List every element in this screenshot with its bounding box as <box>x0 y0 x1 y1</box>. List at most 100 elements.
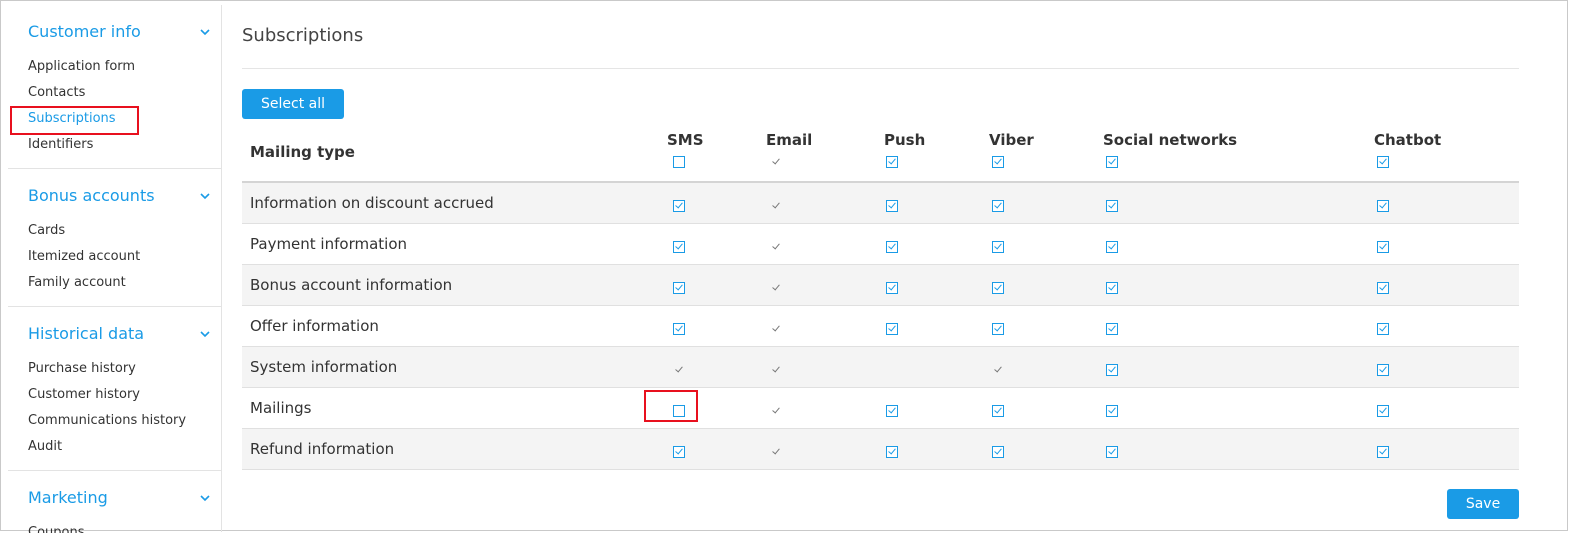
subscription-checkbox[interactable] <box>1377 446 1389 458</box>
subscription-checkbox[interactable] <box>1106 405 1118 417</box>
page-frame: Customer info Application form Contacts … <box>0 0 1568 533</box>
column-header: Social networks <box>1103 131 1237 189</box>
subscription-checkbox[interactable] <box>673 323 685 335</box>
subscription-checkbox[interactable] <box>992 405 1004 417</box>
chevron-down-icon <box>200 331 210 338</box>
column-header: Viber <box>989 131 1034 189</box>
sidebar-item-cards[interactable]: Cards <box>8 218 221 244</box>
subscription-checkbox[interactable] <box>673 282 685 294</box>
check-icon[interactable] <box>770 364 782 376</box>
sidebar-group-header[interactable]: Customer info <box>8 5 221 53</box>
row-label: Information on discount accrued <box>250 194 494 212</box>
row-label: Payment information <box>250 235 408 253</box>
column-header-label: Chatbot <box>1374 131 1442 149</box>
check-icon[interactable] <box>992 364 1004 376</box>
check-icon[interactable] <box>770 200 782 212</box>
column-header: Email <box>766 131 812 189</box>
table-row: Payment information <box>242 224 1519 265</box>
sidebar-item-communications-history[interactable]: Communications history <box>8 408 221 434</box>
sidebar-group-header[interactable]: Marketing <box>8 471 221 519</box>
sidebar-group-title: Customer info <box>28 22 141 41</box>
column-header-label: Viber <box>989 131 1034 149</box>
subscription-checkbox[interactable] <box>1377 282 1389 294</box>
column-header: SMS <box>667 131 704 189</box>
sidebar-group-historical-data: Historical data Purchase history Custome… <box>8 307 221 471</box>
column-header-label: Push <box>884 131 926 149</box>
sidebar-item-purchase-history[interactable]: Purchase history <box>8 356 221 382</box>
highlight-box <box>644 390 698 422</box>
sidebar-item-coupons[interactable]: Coupons <box>8 520 221 533</box>
subscription-checkbox[interactable] <box>992 446 1004 458</box>
main-content: Subscriptions Select all Mailing type SM… <box>222 5 1567 530</box>
subscription-checkbox[interactable] <box>673 405 685 417</box>
subscription-checkbox[interactable] <box>673 241 685 253</box>
column-select-all-checkbox[interactable] <box>1377 156 1389 168</box>
check-icon[interactable] <box>770 446 782 458</box>
sidebar-item-application-form[interactable]: Application form <box>8 54 221 80</box>
sidebar-item-customer-history[interactable]: Customer history <box>8 382 221 408</box>
table-row: Information on discount accrued <box>242 183 1519 224</box>
subscription-checkbox[interactable] <box>886 323 898 335</box>
save-button[interactable]: Save <box>1447 489 1519 519</box>
subscription-checkbox[interactable] <box>1106 241 1118 253</box>
subscription-checkbox[interactable] <box>886 241 898 253</box>
check-icon[interactable] <box>770 282 782 294</box>
subscription-checkbox[interactable] <box>886 446 898 458</box>
subscription-checkbox[interactable] <box>992 282 1004 294</box>
subscription-checkbox[interactable] <box>992 241 1004 253</box>
check-icon[interactable] <box>770 405 782 417</box>
subscription-checkbox[interactable] <box>1106 446 1118 458</box>
column-select-all-checkbox[interactable] <box>992 156 1004 168</box>
subscription-checkbox[interactable] <box>992 200 1004 212</box>
check-icon[interactable] <box>770 241 782 253</box>
subscription-checkbox[interactable] <box>886 282 898 294</box>
row-label: System information <box>250 358 398 376</box>
subscription-checkbox[interactable] <box>886 405 898 417</box>
table-row: Mailings <box>242 388 1519 429</box>
check-icon[interactable] <box>770 323 782 335</box>
select-all-button[interactable]: Select all <box>242 89 344 119</box>
column-select-all-checkbox[interactable] <box>673 156 685 168</box>
column-select-all-checkbox[interactable] <box>1106 156 1118 168</box>
subscription-checkbox[interactable] <box>673 446 685 458</box>
table-body: Information on discount accrued Payment i… <box>242 183 1519 470</box>
check-icon[interactable] <box>673 364 685 376</box>
chevron-down-icon <box>200 193 210 200</box>
column-header: Chatbot <box>1374 131 1441 189</box>
subscription-checkbox[interactable] <box>992 323 1004 335</box>
subscription-checkbox[interactable] <box>886 200 898 212</box>
column-header-label: Social networks <box>1103 131 1238 149</box>
sidebar-group-bonus-accounts: Bonus accounts Cards Itemized account Fa… <box>8 169 221 307</box>
subscription-checkbox[interactable] <box>673 200 685 212</box>
row-label: Offer information <box>250 317 379 335</box>
subscription-checkbox[interactable] <box>1106 323 1118 335</box>
subscriptions-table: Mailing type SMS Email Push Viber Social net… <box>242 123 1519 470</box>
sidebar-item-itemized-account[interactable]: Itemized account <box>8 244 221 270</box>
sidebar-group-header[interactable]: Historical data <box>8 307 221 355</box>
subscription-checkbox[interactable] <box>1106 282 1118 294</box>
sidebar-group-header[interactable]: Bonus accounts <box>8 169 221 217</box>
divider <box>242 68 1519 69</box>
subscription-checkbox[interactable] <box>1377 200 1389 212</box>
sidebar-item-audit[interactable]: Audit <box>8 434 221 460</box>
sidebar-item-identifiers[interactable]: Identifiers <box>8 132 221 158</box>
table-row: Refund information <box>242 429 1519 470</box>
subscription-checkbox[interactable] <box>1377 364 1389 376</box>
table-row: Offer information <box>242 306 1519 347</box>
subscription-checkbox[interactable] <box>1106 364 1118 376</box>
subscription-checkbox[interactable] <box>1106 200 1118 212</box>
row-label: Bonus account information <box>250 276 453 294</box>
sidebar-item-contacts[interactable]: Contacts <box>8 80 221 106</box>
sidebar-item-subscriptions[interactable]: Subscriptions <box>8 106 221 135</box>
subscription-checkbox[interactable] <box>1377 323 1389 335</box>
column-header-label: SMS <box>667 131 704 149</box>
subscription-checkbox[interactable] <box>1377 241 1389 253</box>
check-icon[interactable] <box>770 156 782 168</box>
page-title: Subscriptions <box>242 25 364 46</box>
sidebar-item-family-account[interactable]: Family account <box>8 270 221 296</box>
column-select-all-checkbox[interactable] <box>886 156 898 168</box>
subscription-checkbox[interactable] <box>1377 405 1389 417</box>
sidebar: Customer info Application form Contacts … <box>8 5 222 533</box>
column-header: Push <box>884 131 925 189</box>
chevron-down-icon <box>200 495 210 502</box>
